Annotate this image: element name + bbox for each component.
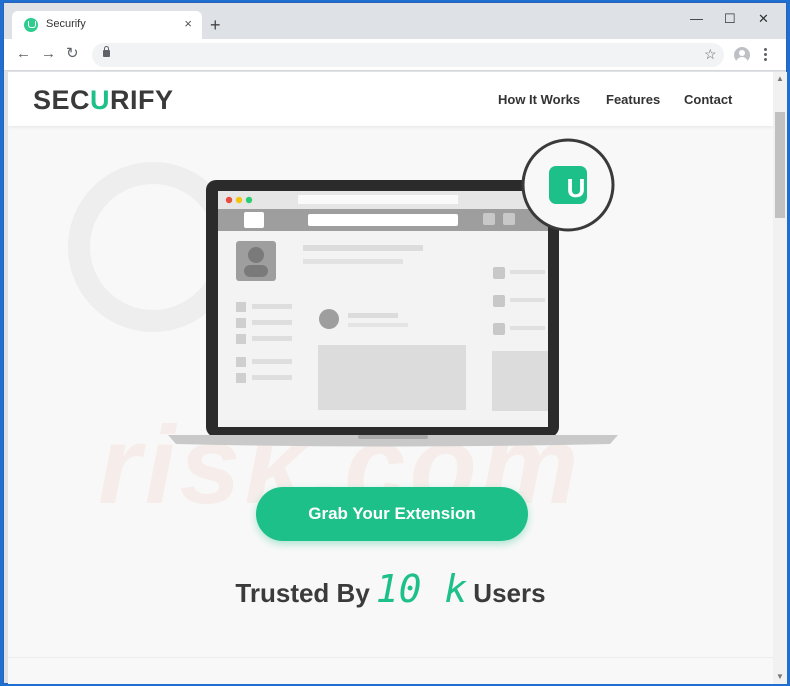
site-logo[interactable]: SECURIFY [33, 85, 174, 116]
tab-securify[interactable]: Securify × [12, 11, 202, 39]
nav-features[interactable]: Features [606, 92, 660, 107]
tab-strip: Securify × + — ☐ ✕ [4, 3, 786, 39]
site-header: SECURIFY How It Works Features Contact [8, 72, 773, 126]
close-window-button[interactable]: ✕ [758, 11, 769, 27]
tab-title: Securify [46, 18, 86, 30]
browser-window: Securify × + — ☐ ✕ ← → ↻ ☆ risk.com SECU… [3, 2, 787, 684]
shield-icon [24, 18, 38, 32]
bookmark-star-icon[interactable]: ☆ [704, 47, 717, 61]
scroll-down-icon[interactable]: ▼ [776, 672, 784, 681]
close-tab-icon[interactable]: × [184, 16, 192, 31]
user-count: 10 k [375, 567, 468, 611]
trusted-by-heading: Trusted By 10 k Users [235, 567, 546, 611]
page-viewport: risk.com SECURIFY How It Works Features … [8, 72, 773, 684]
scroll-thumb[interactable] [775, 112, 785, 218]
address-bar[interactable] [92, 43, 724, 67]
extension-badge-letter: U [566, 173, 586, 203]
reload-button[interactable]: ↻ [66, 46, 79, 61]
page-scrollbar[interactable]: ▲ ▼ [773, 72, 787, 684]
scroll-up-icon[interactable]: ▲ [776, 74, 784, 83]
maximize-button[interactable]: ☐ [724, 11, 736, 27]
section-divider [8, 657, 773, 658]
browser-toolbar: ← → ↻ ☆ [4, 39, 786, 71]
grab-extension-button[interactable]: Grab Your Extension [256, 487, 528, 541]
minimize-button[interactable]: — [690, 11, 703, 26]
menu-dots-icon[interactable] [764, 48, 767, 62]
new-tab-button[interactable]: + [210, 16, 221, 34]
profile-avatar-icon[interactable] [734, 47, 750, 63]
lock-icon [103, 46, 110, 57]
nav-contact[interactable]: Contact [684, 92, 732, 107]
forward-button[interactable]: → [41, 46, 56, 61]
nav-how-it-works[interactable]: How It Works [498, 92, 580, 107]
back-button[interactable]: ← [16, 46, 31, 61]
